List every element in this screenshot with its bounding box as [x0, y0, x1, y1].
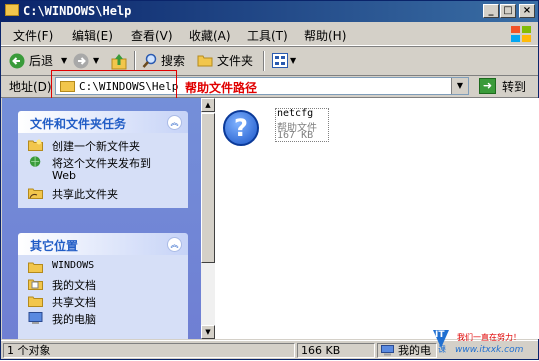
address-label: 地址(D): [9, 80, 52, 94]
watermark-brand: IT: [435, 330, 445, 340]
minimize-button[interactable]: _: [483, 4, 499, 18]
folder-icon: [28, 296, 43, 307]
task-new-folder[interactable]: 创建一个新文件夹: [28, 137, 188, 154]
scroll-down-icon[interactable]: ▼: [201, 325, 215, 339]
place-shared-documents[interactable]: 共享文档: [28, 293, 188, 310]
status-location: 我的电: [377, 343, 437, 358]
explorer-body: 文件和文件夹任务 ︽ 创建一个新文件夹 将这个文件夹发布到 Web 共享此文件夹…: [2, 98, 539, 339]
file-tasks-panel: 文件和文件夹任务 ︽ 创建一个新文件夹 将这个文件夹发布到 Web 共享此文件夹: [18, 111, 188, 208]
task-label[interactable]: 共享此文件夹: [52, 186, 118, 202]
documents-folder-icon: [28, 279, 43, 290]
menu-tools[interactable]: 工具(T): [247, 27, 288, 44]
back-button[interactable]: 后退: [29, 52, 53, 70]
place-label[interactable]: 我的文档: [52, 277, 96, 293]
menu-file[interactable]: 文件(F): [13, 27, 53, 44]
file-name[interactable]: netcfg: [277, 108, 313, 119]
menu-favorites[interactable]: 收藏(A): [189, 27, 231, 44]
file-size: 167 KB: [277, 130, 314, 141]
panel-body: 创建一个新文件夹 将这个文件夹发布到 Web 共享此文件夹: [18, 133, 188, 208]
task-label[interactable]: 创建一个新文件夹: [52, 138, 140, 154]
annotation-frame: [51, 70, 177, 101]
place-label[interactable]: WINDOWS: [52, 260, 94, 271]
search-button[interactable]: 搜索: [161, 52, 185, 70]
other-places-panel: 其它位置 ︽ WINDOWS 我的文档 共享文档 我的电脑: [18, 233, 188, 339]
menu-bar: 文件(F) 编辑(E) 查看(V) 收藏(A) 工具(T) 帮助(H): [1, 23, 538, 46]
maximize-button[interactable]: □: [500, 4, 516, 18]
panel-header[interactable]: 其它位置 ︽: [18, 233, 188, 255]
go-button[interactable]: 转到: [502, 78, 526, 95]
vertical-scrollbar[interactable]: ▲ ▼: [201, 98, 215, 339]
collapse-chevron-icon[interactable]: ︽: [167, 237, 182, 252]
watermark-url: www.itxxk.com: [455, 345, 524, 355]
toolbar-separator: [134, 51, 136, 71]
place-windows[interactable]: WINDOWS: [28, 259, 188, 276]
file-item[interactable]: ? netcfg 帮助文件 167 KB: [221, 108, 331, 148]
shared-folder-icon: [28, 188, 43, 199]
forward-dropdown-icon[interactable]: ▼: [93, 52, 99, 70]
file-list: ? netcfg 帮助文件 167 KB: [215, 98, 539, 339]
computer-icon: [28, 312, 43, 324]
status-size: 166 KB: [297, 343, 375, 358]
globe-icon: [29, 156, 41, 167]
windows-logo-icon: [511, 26, 531, 42]
task-share-folder[interactable]: 共享此文件夹: [28, 185, 188, 202]
new-folder-icon: [28, 139, 43, 151]
task-publish-web-cont[interactable]: Web: [28, 169, 188, 185]
search-icon[interactable]: [142, 53, 158, 69]
status-location-label: 我的电: [398, 344, 431, 357]
folder-icon: [28, 262, 43, 273]
place-label[interactable]: 共享文档: [52, 294, 96, 310]
window-title: C:\WINDOWS\Help: [23, 4, 132, 18]
scroll-thumb[interactable]: [201, 113, 215, 263]
views-dropdown-icon[interactable]: ▼: [290, 52, 296, 70]
panel-title: 文件和文件夹任务: [30, 117, 127, 131]
explorer-window: C:\WINDOWS\Help _ □ × 文件(F) 编辑(E) 查看(V) …: [0, 0, 539, 360]
watermark-sub: 课: [438, 345, 446, 354]
up-folder-icon[interactable]: [111, 52, 127, 70]
close-button[interactable]: ×: [519, 4, 535, 18]
menu-edit[interactable]: 编辑(E): [72, 27, 113, 44]
watermark: IT 课 我们一直在努力！ www.itxxk.com: [431, 326, 539, 360]
task-label[interactable]: Web: [52, 169, 76, 182]
scroll-up-icon[interactable]: ▲: [201, 98, 215, 112]
help-file-icon[interactable]: ?: [223, 110, 259, 146]
panel-title: 其它位置: [30, 239, 79, 253]
panel-header[interactable]: 文件和文件夹任务 ︽: [18, 111, 188, 133]
watermark-slogan: 我们一直在努力！: [457, 333, 521, 342]
task-pane: 文件和文件夹任务 ︽ 创建一个新文件夹 将这个文件夹发布到 Web 共享此文件夹…: [2, 98, 201, 339]
panel-body: WINDOWS 我的文档 共享文档 我的电脑: [18, 255, 188, 339]
collapse-chevron-icon[interactable]: ︽: [167, 115, 182, 130]
forward-arrow-icon[interactable]: [73, 53, 89, 69]
back-dropdown-icon[interactable]: ▼: [61, 52, 67, 70]
folders-icon[interactable]: [197, 54, 213, 67]
place-my-computer[interactable]: 我的电脑: [28, 310, 188, 327]
status-objects: 1 个对象: [3, 343, 295, 358]
toolbar-separator: [263, 51, 265, 71]
back-arrow-icon[interactable]: [9, 53, 25, 69]
place-label[interactable]: 我的电脑: [52, 311, 96, 327]
computer-icon: [381, 345, 394, 356]
menu-view[interactable]: 查看(V): [131, 27, 173, 44]
menu-help[interactable]: 帮助(H): [304, 27, 346, 44]
folders-button[interactable]: 文件夹: [217, 52, 253, 70]
address-dropdown-icon[interactable]: ▼: [451, 78, 468, 94]
go-arrow-icon[interactable]: ➜: [479, 78, 496, 94]
title-bar[interactable]: C:\WINDOWS\Help _ □ ×: [1, 1, 538, 22]
annotation-label: 帮助文件路径: [185, 81, 258, 95]
place-my-documents[interactable]: 我的文档: [28, 276, 188, 293]
views-icon[interactable]: [272, 53, 288, 68]
folder-icon: [5, 4, 19, 16]
